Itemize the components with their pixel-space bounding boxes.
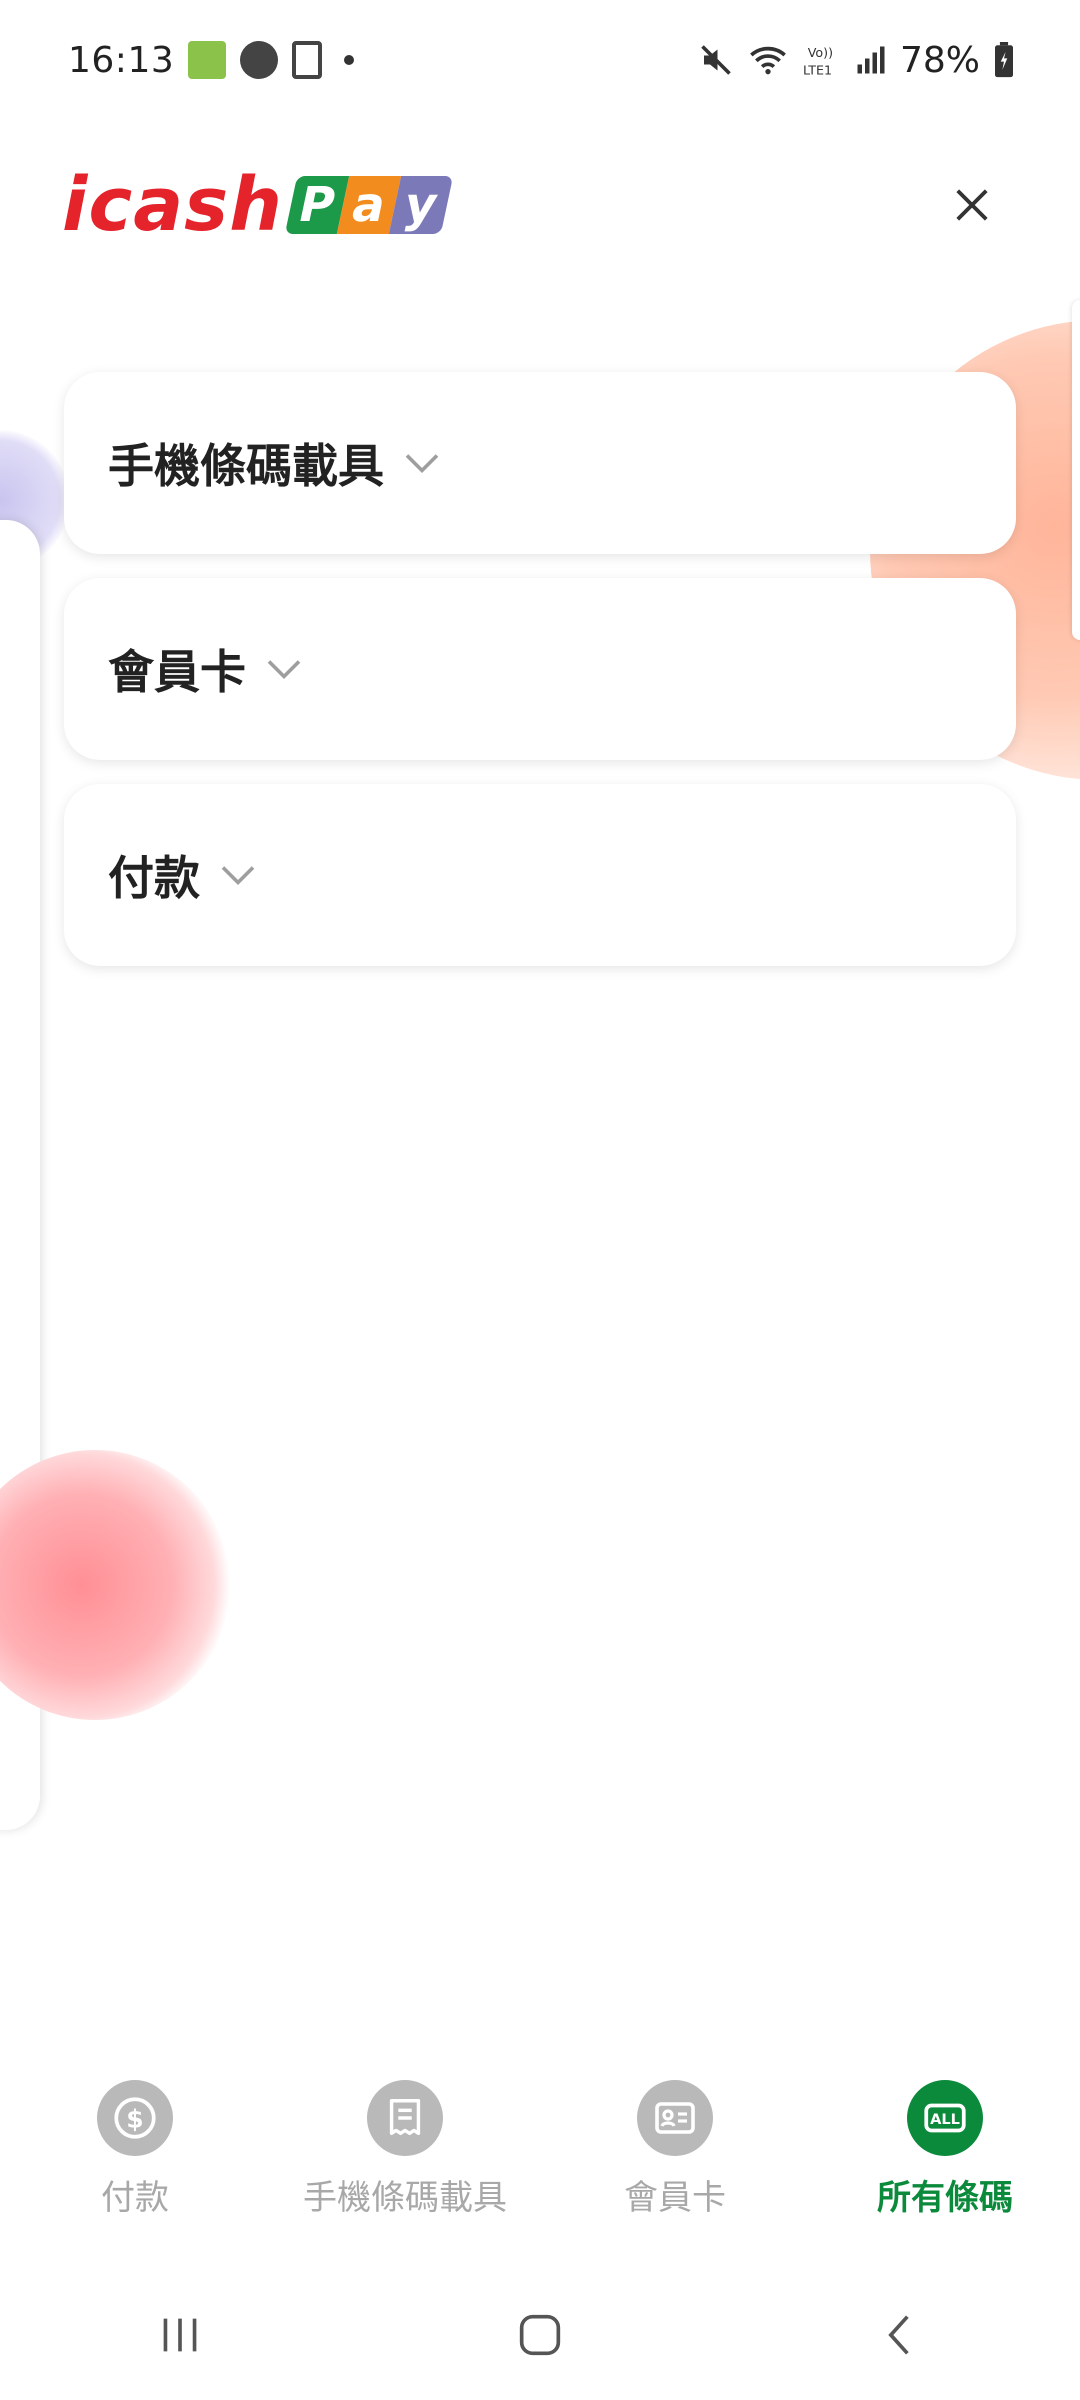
accordion-label: 手機條碼載具 [108,439,384,493]
battery-percent: 78% [899,39,980,81]
home-button[interactable] [500,2295,580,2375]
logo-pay-text: P a y [284,176,454,234]
accordion-label: 付款 [108,851,200,905]
all-icon-text: ALL [930,2111,960,2128]
screen: 16:13 Vo)) LTE1 78% icash P a y 手機條碼載具 會… [0,0,1080,2400]
logo-pay-letter: y [388,176,454,234]
svg-text:$: $ [126,2104,143,2133]
close-icon [956,189,988,221]
accordion-member-card[interactable]: 會員卡 [64,578,1016,760]
receipt-icon [367,2080,443,2156]
dollar-icon: $ [97,2080,173,2156]
decorative-pink-circle [0,1450,230,1720]
barcode-section-list: 手機條碼載具 會員卡 付款 [64,372,1016,990]
status-time: 16:13 [68,39,175,81]
nav-item-all-barcodes[interactable]: ALL 所有條碼 [810,2080,1080,2230]
right-panel-edge [1072,300,1080,640]
nav-label: 所有條碼 [877,2178,1013,2218]
status-bar: 16:13 Vo)) LTE1 78% [0,0,1080,120]
dot-icon [344,55,355,65]
accordion-label: 會員卡 [108,645,246,699]
bottom-nav: $ 付款 手機條碼載具 會員卡 ALL 所有條碼 [0,2080,1080,2230]
wifi-icon [750,46,786,75]
nav-item-mobile-barcode[interactable]: 手機條碼載具 [270,2080,540,2230]
logo-icash-text: icash [62,162,283,248]
chevron-down-icon [266,657,302,681]
nav-item-member-card[interactable]: 會員卡 [540,2080,810,2230]
phone-icon [292,41,323,79]
chevron-down-icon [404,451,440,475]
nav-label: 手機條碼載具 [303,2178,507,2218]
brooke-app-icon [188,41,227,79]
accordion-mobile-barcode-carrier[interactable]: 手機條碼載具 [64,372,1016,554]
chevron-down-icon [220,863,256,887]
back-icon [888,2315,909,2355]
system-nav-bar [0,2280,1080,2390]
nav-label: 付款 [101,2178,169,2218]
volte-icon: Vo)) LTE1 [803,45,833,77]
nav-label: 會員卡 [624,2178,726,2218]
signal-icon [857,46,885,74]
icash-pay-logo: icash P a y [62,162,454,248]
starbucks-icon [240,41,279,79]
recent-apps-button[interactable] [140,2295,220,2375]
accordion-payment[interactable]: 付款 [64,784,1016,966]
battery-icon [995,42,1013,78]
status-right: Vo)) LTE1 78% [698,40,1014,81]
svg-text:LTE1: LTE1 [803,62,832,77]
status-left: 16:13 [68,39,355,81]
member-card-icon [637,2080,713,2156]
back-button[interactable] [860,2295,940,2375]
header: icash P a y [62,160,1002,250]
close-button[interactable] [942,175,1002,235]
home-icon [519,2314,561,2356]
svg-text:Vo)): Vo)) [808,45,833,60]
nav-item-payment[interactable]: $ 付款 [0,2080,270,2230]
recent-apps-icon [163,2318,197,2352]
all-icon: ALL [907,2080,983,2156]
mute-icon [701,45,731,75]
